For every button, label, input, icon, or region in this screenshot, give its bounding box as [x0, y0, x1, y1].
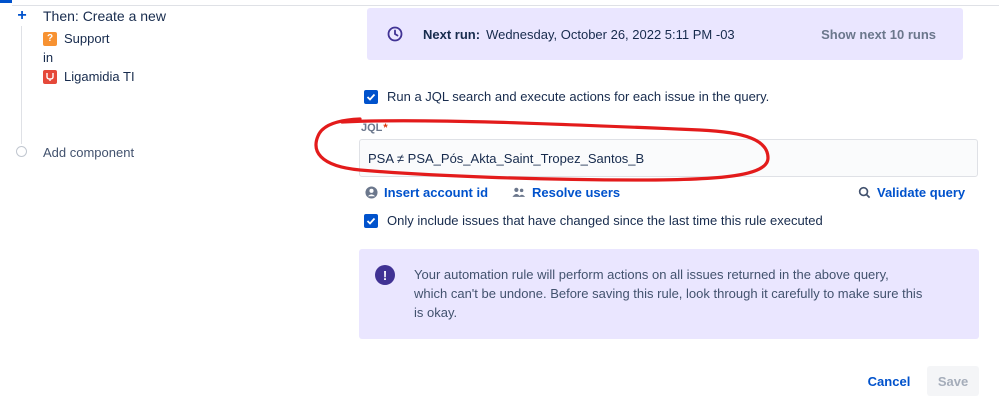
only-include-option[interactable]: Only include issues that have changed si…: [364, 213, 823, 228]
support-issue-icon: ?: [43, 31, 57, 46]
plus-icon[interactable]: +: [14, 7, 30, 25]
warning-message: Your automation rule will perform action…: [414, 265, 954, 322]
project-name: Ligamidia TI: [64, 69, 135, 84]
top-accent-bar: [0, 0, 12, 3]
validate-query-label: Validate query: [877, 185, 966, 200]
warning-line-3: is okay.: [414, 305, 458, 320]
issue-type-label: Support: [64, 31, 110, 46]
issue-type-row: ? Support: [43, 31, 110, 46]
cancel-button[interactable]: Cancel: [861, 366, 917, 396]
warning-line-1: Your automation rule will perform action…: [414, 267, 889, 282]
project-row: Ligamidia TI: [43, 69, 135, 84]
top-divider: [12, 5, 999, 6]
search-icon: [858, 186, 871, 199]
users-icon: [512, 187, 526, 197]
add-component-link[interactable]: Add component: [43, 145, 134, 160]
person-icon: [365, 186, 378, 199]
next-run-label: Next run:: [423, 26, 481, 42]
rail-line: [21, 26, 22, 144]
run-jql-option[interactable]: Run a JQL search and execute actions for…: [364, 89, 769, 104]
resolve-users-label: Resolve users: [532, 185, 621, 200]
save-button[interactable]: Save: [927, 366, 979, 396]
then-action-title[interactable]: Then: Create a new: [43, 8, 166, 24]
in-label: in: [43, 50, 54, 65]
jql-label-text: JQL: [361, 122, 383, 134]
red-annotation-circle: [314, 117, 770, 182]
only-include-checkbox[interactable]: [364, 213, 378, 228]
show-next-runs-button[interactable]: Show next 10 runs: [821, 27, 936, 42]
warning-line-2: which can't be undone. Before saving thi…: [414, 286, 923, 301]
only-include-label: Only include issues that have changed si…: [387, 213, 823, 228]
required-marker: *: [383, 122, 388, 134]
project-avatar-icon: [43, 69, 57, 84]
run-jql-checkbox[interactable]: [364, 89, 378, 104]
next-run-value: Wednesday, October 26, 2022 5:11 PM -03: [486, 26, 735, 42]
jql-input[interactable]: [359, 139, 978, 177]
insert-account-id-link[interactable]: Insert account id: [365, 185, 488, 200]
next-run-panel: Next run: Wednesday, October 26, 2022 5:…: [367, 8, 963, 60]
add-component-circle-icon: [16, 146, 27, 157]
resolve-users-link[interactable]: Resolve users: [512, 185, 620, 200]
insert-account-id-label: Insert account id: [384, 185, 489, 200]
run-jql-label: Run a JQL search and execute actions for…: [387, 89, 770, 104]
warning-panel: ! Your automation rule will perform acti…: [359, 249, 979, 339]
clock-icon: [387, 26, 403, 42]
exclamation-icon: !: [375, 265, 395, 285]
validate-query-link[interactable]: Validate query: [858, 185, 965, 200]
jql-field-label: JQL*: [361, 122, 388, 134]
